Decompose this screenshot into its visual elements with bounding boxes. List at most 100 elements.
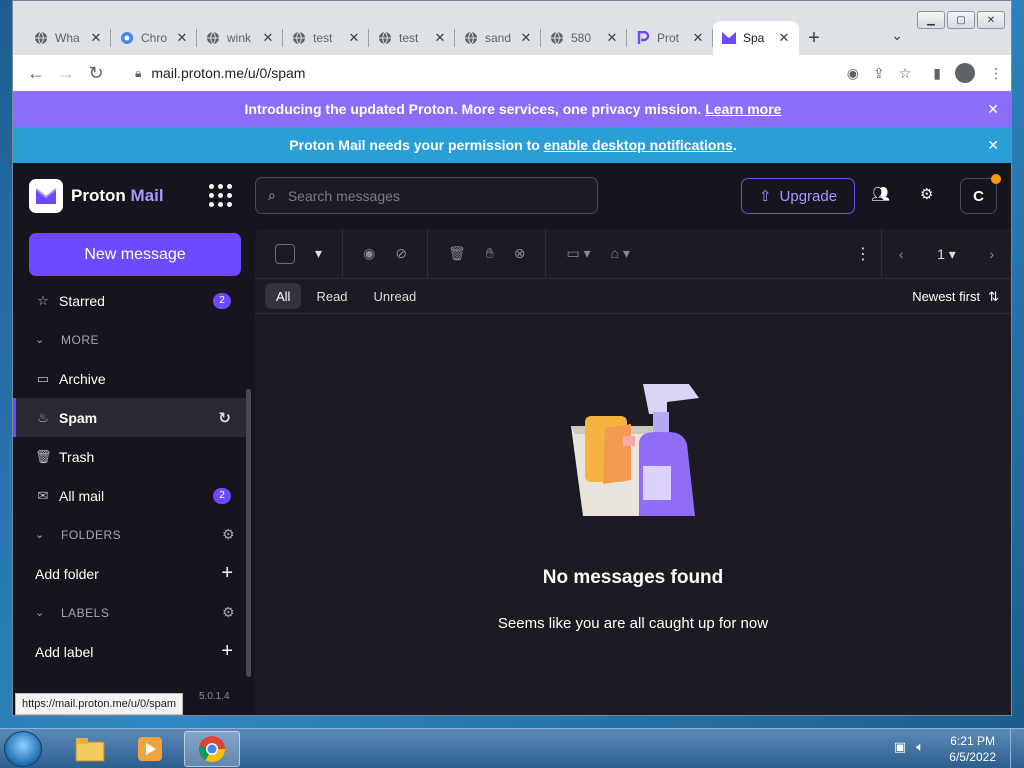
sort-button[interactable]: Newest first ⇅ — [912, 289, 999, 305]
tab-title: Prot — [657, 31, 680, 45]
section-folders[interactable]: ⌄ FOLDERS ⚙ — [13, 515, 249, 554]
close-tab-icon[interactable]: ✕ — [777, 30, 791, 46]
select-all-checkbox[interactable] — [275, 243, 295, 264]
sidebar-item-all-mail[interactable]: ✉ All mail 2 — [13, 476, 249, 515]
mark-unread-eye-off-icon[interactable]: ⊘ — [395, 245, 407, 262]
search-input[interactable] — [287, 187, 568, 204]
profile-avatar[interactable] — [955, 63, 975, 83]
prev-page-icon[interactable]: ‹ — [899, 246, 904, 262]
system-clock[interactable]: 6:21 PM 6/5/2022 — [949, 733, 996, 765]
privacy-eye-icon[interactable]: ◉ — [847, 65, 859, 82]
clock-time: 6:21 PM — [950, 734, 995, 748]
browser-tab[interactable]: test ✕ — [283, 21, 369, 55]
volume-icon[interactable]: 🔈︎ — [916, 739, 924, 755]
chrome-icon — [119, 30, 135, 46]
page-number[interactable]: 1 ▾ — [937, 246, 956, 263]
folder-settings-gear-icon[interactable]: ⚙ — [222, 526, 235, 543]
close-banner-icon[interactable]: ✕ — [987, 137, 999, 154]
sidebar-item-starred[interactable]: ☆ Starred 2 — [13, 281, 249, 320]
upgrade-button[interactable]: ⇧ Upgrade — [741, 178, 855, 214]
refresh-icon[interactable]: ↻ — [218, 409, 231, 427]
sidebar-item-spam[interactable]: ♨ Spam ↻ — [13, 398, 249, 437]
new-tab-button[interactable]: + — [799, 21, 829, 55]
cleaning-supplies-illustration — [571, 384, 699, 516]
learn-more-link[interactable]: Learn more — [705, 101, 781, 117]
add-label-button[interactable]: Add label + — [13, 632, 249, 671]
proton-mail-logo[interactable]: Proton Mail — [29, 179, 164, 213]
upgrade-arrow-icon: ⇧ — [758, 188, 772, 205]
filter-unread[interactable]: Unread — [363, 283, 428, 309]
network-icon[interactable]: ▣ — [894, 739, 906, 755]
section-label: MORE — [61, 332, 99, 347]
minimize-button[interactable]: ▁ — [917, 11, 945, 29]
browser-tab[interactable]: Chro ✕ — [111, 21, 197, 55]
user-avatar[interactable]: C — [960, 174, 1001, 214]
settings-gear-icon[interactable]: ⚙ — [920, 185, 933, 203]
close-tab-icon[interactable]: ✕ — [347, 30, 361, 46]
browser-tab[interactable]: Wha ✕ — [25, 21, 111, 55]
not-spam-icon[interactable]: ✋︎ — [486, 245, 494, 262]
filter-all[interactable]: All — [265, 283, 302, 309]
sidebar-scrollbar[interactable] — [246, 389, 251, 677]
media-player-icon[interactable] — [122, 731, 178, 767]
browser-tab[interactable]: wink ✕ — [197, 21, 283, 55]
tab-search-icon[interactable]: ⌄ — [891, 27, 903, 44]
section-labels[interactable]: ⌄ LABELS ⚙ — [13, 593, 249, 632]
enable-notifications-link[interactable]: enable desktop notifications — [544, 137, 733, 153]
menu-kebab-icon[interactable]: ⋮ — [989, 65, 1003, 82]
maximize-button[interactable]: ▢ — [947, 11, 975, 29]
sidepanel-icon[interactable]: ▮ — [933, 65, 941, 82]
filter-read[interactable]: Read — [305, 283, 358, 309]
more-actions-icon[interactable]: ⋮ — [855, 244, 871, 264]
browser-tab[interactable]: 580 ✕ — [541, 21, 627, 55]
close-tab-icon[interactable]: ✕ — [691, 30, 705, 46]
contacts-icon[interactable]: 👥︎ — [871, 185, 890, 203]
empty-state: No messages found Seems like you are all… — [255, 384, 1011, 632]
browser-tab[interactable]: Spa ✕ — [713, 21, 799, 55]
close-tab-icon[interactable]: ✕ — [605, 30, 619, 46]
sidebar-item-archive[interactable]: ▭ Archive — [13, 359, 249, 398]
file-explorer-icon[interactable] — [62, 731, 118, 767]
close-window-button[interactable]: ✕ — [977, 11, 1005, 29]
share-icon[interactable]: ⇪ — [873, 65, 885, 82]
forward-icon[interactable]: → — [51, 58, 81, 88]
chrome-taskbar-icon[interactable] — [184, 731, 240, 767]
reload-icon[interactable]: ↻ — [81, 58, 111, 88]
section-more[interactable]: ⌄ MORE — [13, 320, 249, 359]
trash-icon[interactable]: 🗑︎ — [448, 245, 466, 262]
browser-tab[interactable]: sand ✕ — [455, 21, 541, 55]
lock-icon: 🔒︎ — [135, 65, 142, 80]
mark-read-eye-icon[interactable]: ◉ — [363, 245, 375, 262]
browser-tab[interactable]: Prot ✕ — [627, 21, 713, 55]
address-bar[interactable]: 🔒︎ mail.proton.me/u/0/spam ◉ ⇪ ☆ ▮ ⋮ — [125, 58, 1003, 88]
tab-title: Chro — [141, 31, 168, 45]
label-settings-gear-icon[interactable]: ⚙ — [222, 604, 235, 621]
back-icon[interactable]: ← — [21, 58, 51, 88]
sidebar-item-trash[interactable]: 🗑︎ Trash — [13, 437, 249, 476]
select-dropdown-icon[interactable]: ▾ — [315, 245, 322, 262]
show-desktop-button[interactable] — [1010, 729, 1024, 768]
promo-banner: Introducing the updated Proton. More ser… — [13, 91, 1011, 127]
browser-tab[interactable]: test ✕ — [369, 21, 455, 55]
browser-window: Wha ✕ Chro ✕ wink ✕ test ✕ test ✕ sand ✕ 580 ✕ Prot ✕ Sp… — [12, 0, 1012, 716]
start-button[interactable] — [4, 731, 42, 767]
avatar-initial: C — [973, 187, 984, 205]
label-as-tag-icon[interactable]: ⌂ ▾ — [611, 245, 630, 262]
close-banner-icon[interactable]: ✕ — [987, 101, 999, 118]
close-tab-icon[interactable]: ✕ — [519, 30, 533, 46]
move-to-folder-icon[interactable]: ▭ ▾ — [566, 245, 590, 262]
apps-grid-icon[interactable] — [209, 184, 233, 208]
next-page-icon[interactable]: › — [989, 246, 994, 262]
add-folder-button[interactable]: Add folder + — [13, 554, 249, 593]
delete-permanent-icon[interactable]: ⊗ — [514, 245, 526, 262]
close-tab-icon[interactable]: ✕ — [433, 30, 447, 46]
fire-icon: ♨ — [37, 409, 49, 425]
window-controls: ▁ ▢ ✕ — [917, 11, 1005, 29]
bookmark-star-icon[interactable]: ☆ — [899, 65, 912, 82]
close-tab-icon[interactable]: ✕ — [261, 30, 275, 46]
close-tab-icon[interactable]: ✕ — [175, 30, 189, 46]
new-message-button[interactable]: New message — [29, 233, 241, 276]
section-label: FOLDERS — [61, 527, 122, 542]
globe-icon — [463, 30, 479, 46]
close-tab-icon[interactable]: ✕ — [89, 30, 103, 46]
